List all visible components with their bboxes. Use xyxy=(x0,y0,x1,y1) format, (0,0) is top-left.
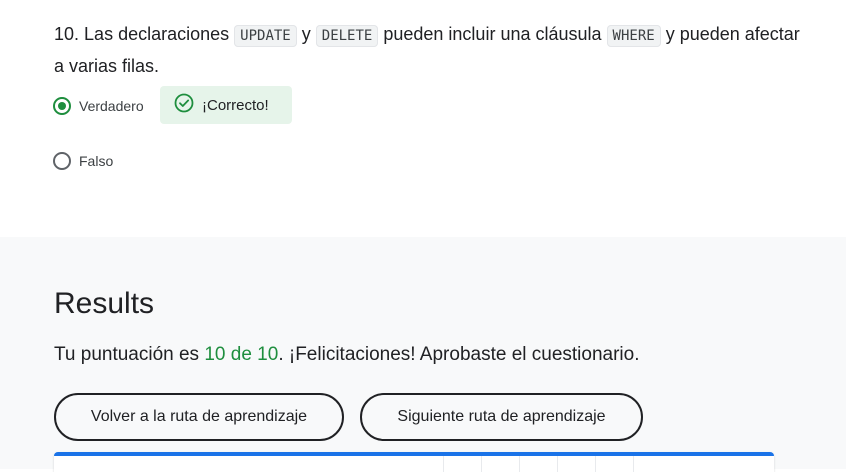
score-suffix: . ¡Felicitaciones! Aprobaste el cuestion… xyxy=(278,344,640,365)
option-verdadero[interactable]: Verdadero xyxy=(53,97,144,115)
results-section: Results Tu puntuación es 10 de 10. ¡Feli… xyxy=(0,237,846,472)
back-to-path-button[interactable]: Volver a la ruta de aprendizaje xyxy=(54,393,344,441)
check-circle-icon xyxy=(174,93,194,118)
question-text-part: Las declaraciones xyxy=(84,24,230,44)
radio-unselected-icon[interactable] xyxy=(53,152,71,170)
card-divider xyxy=(595,456,596,472)
next-path-button[interactable]: Siguiente ruta de aprendizaje xyxy=(360,393,643,441)
radio-selected-icon[interactable] xyxy=(53,97,71,115)
question-text: 10. Las declaraciones UPDATE y DELETE pu… xyxy=(54,19,814,81)
code-update: UPDATE xyxy=(234,25,297,47)
question-text-part: y xyxy=(301,24,311,44)
option-label: Falso xyxy=(79,153,114,169)
card-divider xyxy=(481,456,482,472)
question-number: 10. xyxy=(54,24,80,44)
results-title: Results xyxy=(54,287,155,320)
code-where: WHERE xyxy=(606,25,661,47)
score-prefix: Tu puntuación es xyxy=(54,344,200,365)
card-divider xyxy=(519,456,520,472)
code-delete: DELETE xyxy=(315,25,379,47)
card-divider xyxy=(443,456,444,472)
card-divider xyxy=(633,456,634,472)
card-divider xyxy=(557,456,558,472)
option-label: Verdadero xyxy=(79,98,144,114)
score-line: Tu puntuación es 10 de 10. ¡Felicitacion… xyxy=(54,344,640,366)
feedback-badge: ¡Correcto! xyxy=(160,86,292,124)
feedback-text: ¡Correcto! xyxy=(202,96,269,114)
question-text-part: pueden incluir una cláusula xyxy=(383,24,602,44)
results-card xyxy=(54,452,774,472)
score-value: 10 de 10 xyxy=(204,344,279,365)
option-falso[interactable]: Falso xyxy=(53,152,113,170)
